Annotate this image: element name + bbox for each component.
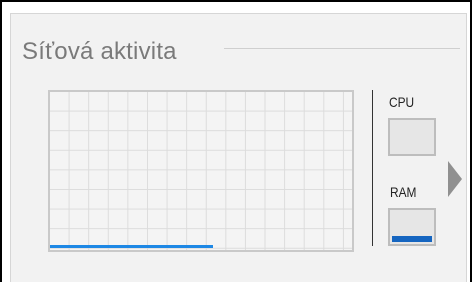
- cpu-label: CPU: [389, 94, 415, 110]
- network-activity-graph: [48, 90, 354, 252]
- title-divider: [224, 48, 460, 49]
- panel-title: Síťová aktivita: [22, 38, 177, 65]
- network-activity-line: [50, 245, 214, 248]
- cpu-meter[interactable]: [388, 118, 436, 156]
- ram-label: RAM: [390, 184, 417, 200]
- arrow-right-icon[interactable]: [448, 161, 462, 197]
- ram-meter[interactable]: [388, 208, 436, 246]
- vertical-divider: [372, 90, 373, 246]
- ram-meter-fill: [392, 236, 432, 242]
